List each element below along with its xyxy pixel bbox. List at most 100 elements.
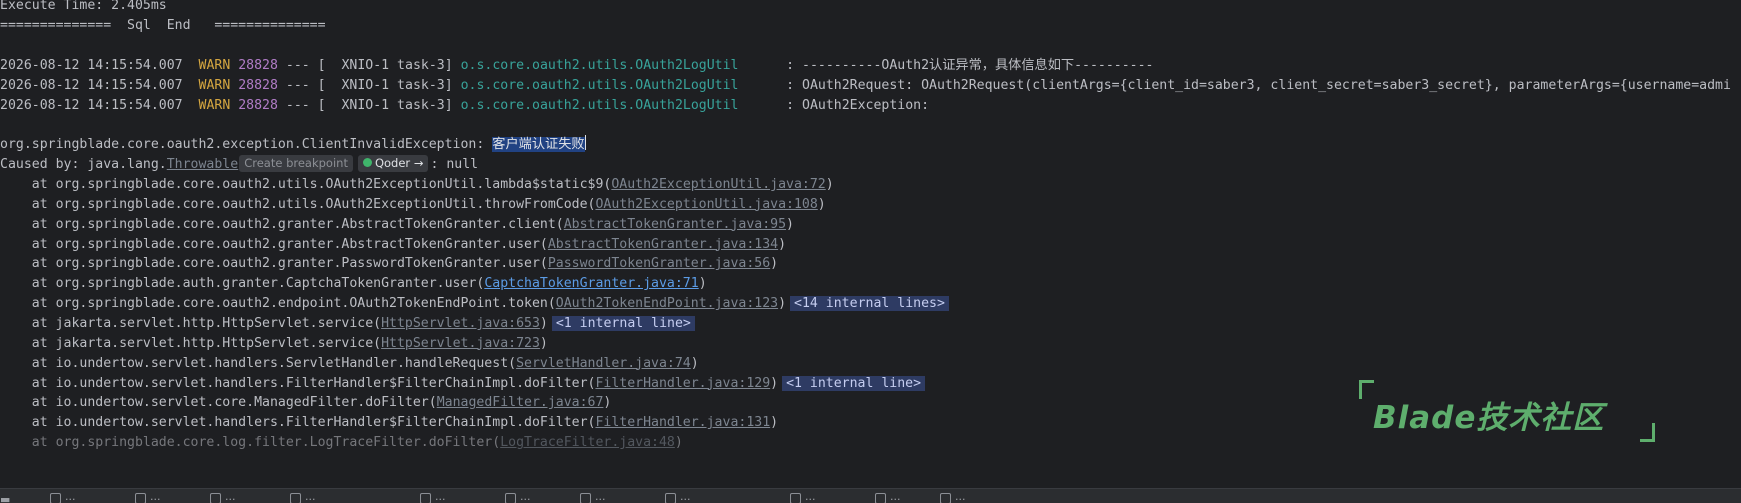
folded-lines-button[interactable]: <14 internal lines>: [790, 296, 949, 312]
stack-frame: at org.springblade.auth.granter.CaptchaT…: [0, 274, 707, 294]
stack-frame-method: at jakarta.servlet.http.HttpServlet.serv…: [0, 335, 382, 351]
caused-by-suffix: : null: [430, 157, 479, 172]
stack-frame-method: at org.springblade.auth.granter.CaptchaT…: [0, 276, 485, 292]
stack-frame: at org.springblade.core.oauth2.granter.A…: [0, 215, 794, 235]
stack-frame-close: ): [539, 315, 548, 331]
log-message: : OAuth2Request: OAuth2Request(clientArg…: [786, 78, 1731, 93]
source-link[interactable]: OAuth2ExceptionUtil.java:108: [595, 197, 817, 212]
source-link[interactable]: FilterHandler.java:129: [595, 376, 770, 391]
folded-lines-button[interactable]: <1 internal line>: [782, 375, 926, 391]
stack-frame-close: ): [817, 196, 826, 212]
log-line: 2026-08-12 14:15:54.007 WARN 28828 --- […: [0, 76, 1731, 96]
log-pid: 28828: [238, 58, 278, 73]
watermark-bracket-open: [1359, 380, 1374, 399]
source-link[interactable]: ManagedFilter.java:67: [437, 395, 604, 410]
stack-frame-method: at org.springblade.core.oauth2.granter.P…: [0, 256, 548, 272]
log-level: WARN: [198, 58, 231, 73]
stack-frame-close: ): [778, 296, 787, 312]
log-level: WARN: [198, 98, 231, 113]
qoder-icon: [362, 158, 372, 167]
log-thread: XNIO-1 task-3]: [341, 98, 453, 113]
stack-frame: at jakarta.servlet.http.HttpServlet.serv…: [0, 334, 548, 354]
log-line: 2026-08-12 14:15:54.007 WARN 28828 --- […: [0, 96, 929, 116]
stack-frame-close: ): [770, 415, 779, 431]
folded-lines-button[interactable]: <1 internal line>: [551, 315, 695, 331]
stack-frame-method: at io.undertow.servlet.core.ManagedFilte…: [0, 395, 437, 411]
log-message: : ----------OAuth2认证异常，具体信息如下----------: [786, 58, 1154, 73]
blade-watermark: Blade技术社区: [1355, 380, 1655, 442]
stack-frame-method: at org.springblade.core.oauth2.utils.OAu…: [0, 177, 612, 192]
qoder-hint[interactable]: Qoder →: [357, 155, 429, 172]
caused-by-line: Caused by: java.lang.Throwable Create bre…: [0, 155, 478, 175]
stack-frame: at io.undertow.servlet.core.ManagedFilte…: [0, 393, 612, 413]
text-caret: [584, 135, 586, 150]
stack-frame: at org.springblade.core.oauth2.utils.OAu…: [0, 195, 826, 215]
source-link[interactable]: AbstractTokenGranter.java:134: [548, 237, 778, 252]
stack-frame-close: ): [825, 177, 834, 192]
selected-exception-message[interactable]: 客户端认证失败: [492, 137, 585, 152]
log-logger[interactable]: o.s.core.oauth2.utils.OAuth2LogUtil: [461, 98, 739, 113]
stack-frame-close: ): [770, 375, 779, 391]
stack-frame-close: ): [690, 355, 699, 371]
log-logger[interactable]: o.s.core.oauth2.utils.OAuth2LogUtil: [461, 58, 739, 73]
stack-frame-method: at io.undertow.servlet.handlers.FilterHa…: [0, 415, 596, 431]
stack-frame-method: at io.undertow.servlet.handlers.FilterHa…: [0, 375, 596, 391]
throwable-link[interactable]: Throwable: [167, 157, 238, 172]
create-breakpoint-hint[interactable]: Create breakpoint: [239, 155, 353, 172]
exception-class: org.springblade.core.oauth2.exception.Cl…: [0, 137, 493, 152]
stack-frame-close: ): [778, 236, 787, 252]
watermark-bracket-close: [1640, 423, 1655, 442]
log-timestamp: 2026-08-12 14:15:54.007: [0, 78, 183, 93]
stack-frame-close: ): [770, 256, 779, 272]
stack-frame: at org.springblade.core.log.filter.LogTr…: [0, 433, 683, 453]
exception-line: org.springblade.core.oauth2.exception.Cl…: [0, 135, 586, 155]
log-logger[interactable]: o.s.core.oauth2.utils.OAuth2LogUtil: [461, 78, 739, 93]
source-link[interactable]: CaptchaTokenGranter.java:71: [484, 276, 698, 291]
stack-frame-close: ): [603, 395, 612, 411]
stack-frame-method: at org.springblade.core.log.filter.LogTr…: [0, 435, 501, 451]
log-timestamp: 2026-08-12 14:15:54.007: [0, 58, 183, 73]
source-link[interactable]: OAuth2TokenEndPoint.java:123: [556, 296, 778, 311]
stack-frame-method: at org.springblade.core.oauth2.utils.OAu…: [0, 196, 596, 212]
stack-frame: at io.undertow.servlet.handlers.ServletH…: [0, 354, 699, 374]
log-thread: XNIO-1 task-3]: [341, 78, 453, 93]
source-link[interactable]: ServletHandler.java:74: [516, 356, 691, 371]
source-link[interactable]: HttpServlet.java:723: [381, 336, 540, 351]
source-link[interactable]: AbstractTokenGranter.java:95: [564, 217, 786, 232]
stack-frame-method: at io.undertow.servlet.handlers.ServletH…: [0, 355, 517, 371]
stack-frame: at org.springblade.core.oauth2.granter.A…: [0, 235, 786, 255]
stack-frame-method: at org.springblade.core.oauth2.endpoint.…: [0, 296, 556, 312]
log-timestamp: 2026-08-12 14:15:54.007: [0, 98, 183, 113]
stack-frame: at io.undertow.servlet.handlers.FilterHa…: [0, 413, 778, 433]
watermark-text: Blade技术社区: [1373, 400, 1605, 436]
qoder-label: Qoder →: [374, 156, 424, 170]
caused-by-prefix: Caused by: java.lang.: [0, 157, 167, 172]
stack-frame-close: ): [674, 435, 683, 451]
stack-frame-method: at jakarta.servlet.http.HttpServlet.serv…: [0, 315, 382, 331]
log-pid: 28828: [238, 98, 278, 113]
stack-frame-close: ): [698, 276, 707, 292]
stack-frame: at io.undertow.servlet.handlers.FilterHa…: [0, 374, 926, 394]
stack-frame: at org.springblade.core.oauth2.granter.P…: [0, 254, 778, 274]
log-message: : OAuth2Exception:: [786, 98, 930, 113]
source-link[interactable]: HttpServlet.java:653: [381, 316, 540, 331]
tool-window-bar: ▬ ··· ··· ··· ··· ··· ··· ··· ··· ··· ··…: [0, 488, 1741, 503]
stack-frame-close: ): [786, 216, 794, 232]
log-separator: --- [: [285, 58, 326, 73]
stack-frame-close: ): [539, 335, 548, 351]
stack-frame: at org.springblade.core.oauth2.endpoint.…: [0, 294, 949, 314]
stack-frame: at org.springblade.core.oauth2.utils.OAu…: [0, 175, 834, 195]
source-link[interactable]: OAuth2ExceptionUtil.java:72: [611, 177, 825, 192]
source-link[interactable]: FilterHandler.java:131: [595, 415, 770, 430]
sql-end-line: ============== Sql End ==============: [0, 18, 326, 33]
stack-frame: at jakarta.servlet.http.HttpServlet.serv…: [0, 314, 695, 334]
log-thread: XNIO-1 task-3]: [341, 58, 453, 73]
source-link[interactable]: LogTraceFilter.java:48: [500, 435, 675, 450]
log-level: WARN: [198, 78, 231, 93]
source-link[interactable]: PasswordTokenGranter.java:56: [548, 256, 770, 271]
log-separator: --- [: [285, 98, 326, 113]
execute-time-line: Execute Time: 2.405ms: [0, 0, 167, 13]
stack-frame-method: at org.springblade.core.oauth2.granter.A…: [0, 216, 564, 232]
log-pid: 28828: [238, 78, 278, 93]
log-separator: --- [: [285, 78, 326, 93]
